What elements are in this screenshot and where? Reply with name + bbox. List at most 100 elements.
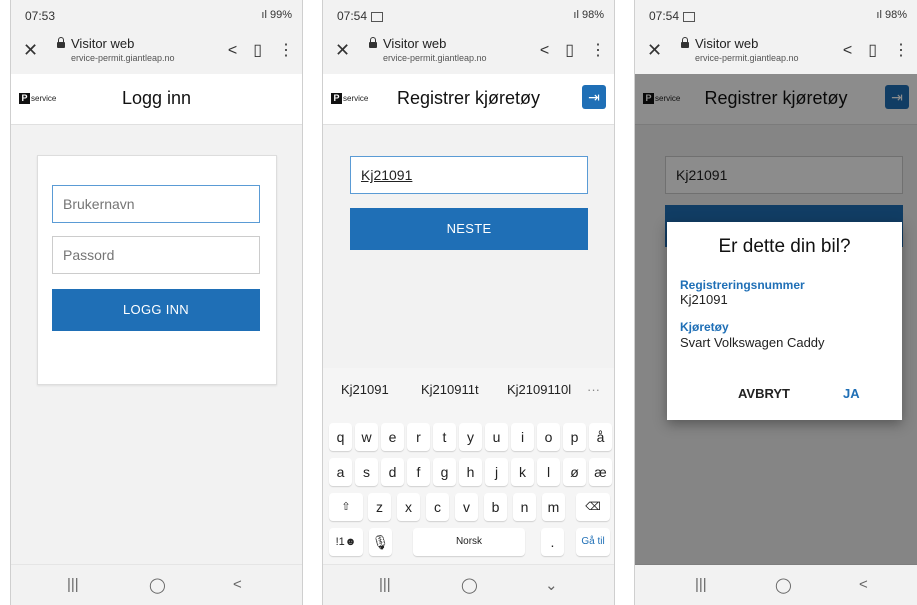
key-x[interactable]: x bbox=[397, 493, 420, 521]
page-title: Logg inn bbox=[121, 88, 192, 108]
key-y[interactable]: y bbox=[459, 423, 482, 451]
suggestion-more[interactable]: ··· bbox=[587, 382, 600, 397]
bookmark-icon[interactable]: ▯ bbox=[253, 40, 262, 60]
period-key[interactable]: . bbox=[541, 528, 564, 556]
app-bar: Pservice Logg inn bbox=[11, 74, 302, 125]
bookmark-icon[interactable]: ▯ bbox=[868, 40, 877, 60]
back-icon[interactable]: < bbox=[859, 576, 868, 593]
key-t[interactable]: t bbox=[433, 423, 456, 451]
key-p[interactable]: p bbox=[563, 423, 586, 451]
go-key[interactable]: Gå til bbox=[576, 528, 610, 556]
page-title: Registrer kjøretøy bbox=[396, 88, 540, 108]
recents-icon[interactable]: ||| bbox=[67, 576, 79, 593]
confirm-vehicle-dialog: Er dette din bil? Registreringsnummer Kj… bbox=[667, 222, 902, 420]
phone-screen-register: 07:54 ıl 98% ✕ Visitor web ervice-permit… bbox=[322, 0, 615, 605]
confirm-button[interactable]: JA bbox=[843, 386, 860, 401]
browser-title: Visitor web bbox=[71, 36, 135, 51]
key-å[interactable]: å bbox=[589, 423, 612, 451]
key-q[interactable]: q bbox=[329, 423, 352, 451]
key-f[interactable]: f bbox=[407, 458, 430, 486]
reg-number-value: Kj21091 bbox=[680, 292, 728, 307]
shift-key[interactable]: ⇧ bbox=[329, 493, 363, 521]
key-d[interactable]: d bbox=[381, 458, 404, 486]
key-o[interactable]: o bbox=[537, 423, 560, 451]
more-icon[interactable]: ⋮ bbox=[893, 40, 909, 60]
lock-icon bbox=[681, 37, 689, 48]
android-nav-bar: ||| ◯ < bbox=[635, 564, 917, 605]
browser-title: Visitor web bbox=[383, 36, 447, 51]
gallery-icon bbox=[683, 11, 696, 22]
share-icon[interactable]: < bbox=[843, 42, 852, 60]
status-bar: 07:54 ıl 98% bbox=[635, 0, 917, 26]
key-r[interactable]: r bbox=[407, 423, 430, 451]
key-e[interactable]: e bbox=[381, 423, 404, 451]
key-æ[interactable]: æ bbox=[589, 458, 612, 486]
close-icon[interactable]: ✕ bbox=[647, 40, 662, 61]
signal-icon: ıl bbox=[876, 9, 885, 21]
status-battery: ıl 99% bbox=[261, 9, 292, 21]
browser-toolbar: ✕ Visitor web ervice-permit.giantleap.no… bbox=[635, 26, 917, 74]
home-icon[interactable]: ◯ bbox=[775, 576, 792, 594]
key-s[interactable]: s bbox=[355, 458, 378, 486]
status-time: 07:54 bbox=[649, 9, 696, 23]
key-j[interactable]: j bbox=[485, 458, 508, 486]
mic-icon[interactable]: 🎙 bbox=[369, 528, 392, 556]
key-b[interactable]: b bbox=[484, 493, 507, 521]
key-h[interactable]: h bbox=[459, 458, 482, 486]
username-input[interactable] bbox=[52, 185, 260, 223]
share-icon[interactable]: < bbox=[540, 42, 549, 60]
key-z[interactable]: z bbox=[368, 493, 391, 521]
registration-input[interactable]: Kj21091 bbox=[350, 156, 588, 194]
key-w[interactable]: w bbox=[355, 423, 378, 451]
browser-toolbar: ✕ Visitor web ervice-permit.giantleap.no… bbox=[11, 26, 302, 74]
reg-number-label: Registreringsnummer bbox=[680, 278, 805, 292]
key-c[interactable]: c bbox=[426, 493, 449, 521]
browser-title: Visitor web bbox=[695, 36, 759, 51]
key-u[interactable]: u bbox=[485, 423, 508, 451]
recents-icon[interactable]: ||| bbox=[379, 576, 391, 593]
lock-icon bbox=[57, 37, 65, 48]
recents-icon[interactable]: ||| bbox=[695, 576, 707, 593]
back-icon[interactable]: < bbox=[233, 576, 242, 593]
more-icon[interactable]: ⋮ bbox=[278, 40, 294, 60]
cancel-button[interactable]: AVBRYT bbox=[738, 386, 790, 401]
browser-url[interactable]: ervice-permit.giantleap.no bbox=[383, 53, 487, 63]
keyboard-row-2: asdfghjkløæ bbox=[323, 458, 614, 486]
next-button[interactable]: NESTE bbox=[350, 208, 588, 250]
home-icon[interactable]: ◯ bbox=[461, 576, 478, 594]
suggestion-item[interactable]: Kj210911t bbox=[421, 382, 479, 397]
signal-icon: ıl bbox=[573, 9, 582, 21]
status-battery: ıl 98% bbox=[876, 9, 907, 21]
close-icon[interactable]: ✕ bbox=[335, 40, 350, 61]
bookmark-icon[interactable]: ▯ bbox=[565, 40, 574, 60]
key-v[interactable]: v bbox=[455, 493, 478, 521]
suggestion-item[interactable]: Kj2109110l bbox=[507, 382, 571, 397]
key-i[interactable]: i bbox=[511, 423, 534, 451]
browser-url[interactable]: ervice-permit.giantleap.no bbox=[695, 53, 799, 63]
key-g[interactable]: g bbox=[433, 458, 456, 486]
vehicle-label: Kjøretøy bbox=[680, 320, 729, 334]
backspace-key[interactable]: ⌫ bbox=[576, 493, 610, 521]
hide-keyboard-icon[interactable]: ⌄ bbox=[545, 576, 558, 594]
share-icon[interactable]: < bbox=[228, 42, 237, 60]
logout-icon[interactable]: ⇥ bbox=[582, 85, 606, 109]
keyboard-row-1: qwertyuiopå bbox=[323, 423, 614, 451]
key-a[interactable]: a bbox=[329, 458, 352, 486]
key-ø[interactable]: ø bbox=[563, 458, 586, 486]
space-key[interactable]: Norsk bbox=[413, 528, 525, 556]
symbols-key[interactable]: !1☻ bbox=[329, 528, 363, 556]
key-m[interactable]: m bbox=[542, 493, 565, 521]
login-button[interactable]: LOGG INN bbox=[52, 289, 260, 331]
browser-toolbar: ✕ Visitor web ervice-permit.giantleap.no… bbox=[323, 26, 614, 74]
suggestion-item[interactable]: Kj21091 bbox=[341, 382, 389, 397]
status-bar: 07:53 ıl 99% bbox=[11, 0, 302, 26]
more-icon[interactable]: ⋮ bbox=[590, 40, 606, 60]
status-time: 07:54 bbox=[337, 9, 384, 23]
home-icon[interactable]: ◯ bbox=[149, 576, 166, 594]
key-n[interactable]: n bbox=[513, 493, 536, 521]
close-icon[interactable]: ✕ bbox=[23, 40, 38, 61]
key-l[interactable]: l bbox=[537, 458, 560, 486]
browser-url[interactable]: ervice-permit.giantleap.no bbox=[71, 53, 175, 63]
password-input[interactable] bbox=[52, 236, 260, 274]
key-k[interactable]: k bbox=[511, 458, 534, 486]
